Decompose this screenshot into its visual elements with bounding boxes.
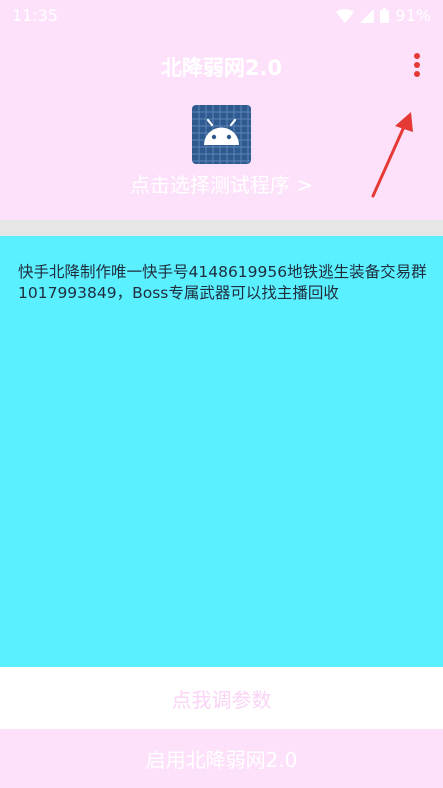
more-vert-icon[interactable] [407,52,427,78]
app-title: 北降弱网2.0 [160,56,283,80]
status-time: 11:35 [12,6,59,25]
enable-button[interactable]: 启用北降弱网2.0 [0,729,443,788]
battery-icon [380,8,390,23]
app-header: 北降弱网2.0 点击选择测试程序 > [0,30,443,220]
status-icons: 91% [336,6,431,25]
adjust-params-button[interactable]: 点我调参数 [0,667,443,729]
status-bar: 11:35 91% [0,0,443,30]
wifi-icon [336,8,355,23]
battery-percent: 91% [395,6,431,25]
info-text: 快手北降制作唯一快手号4148619956地铁逃生装备交易群1017993849… [18,263,427,302]
annotation-arrow-icon [371,112,413,198]
content-panel: 快手北降制作唯一快手号4148619956地铁逃生装备交易群1017993849… [0,236,443,667]
android-icon[interactable] [192,105,251,164]
signal-icon [360,8,375,23]
divider [0,220,443,236]
